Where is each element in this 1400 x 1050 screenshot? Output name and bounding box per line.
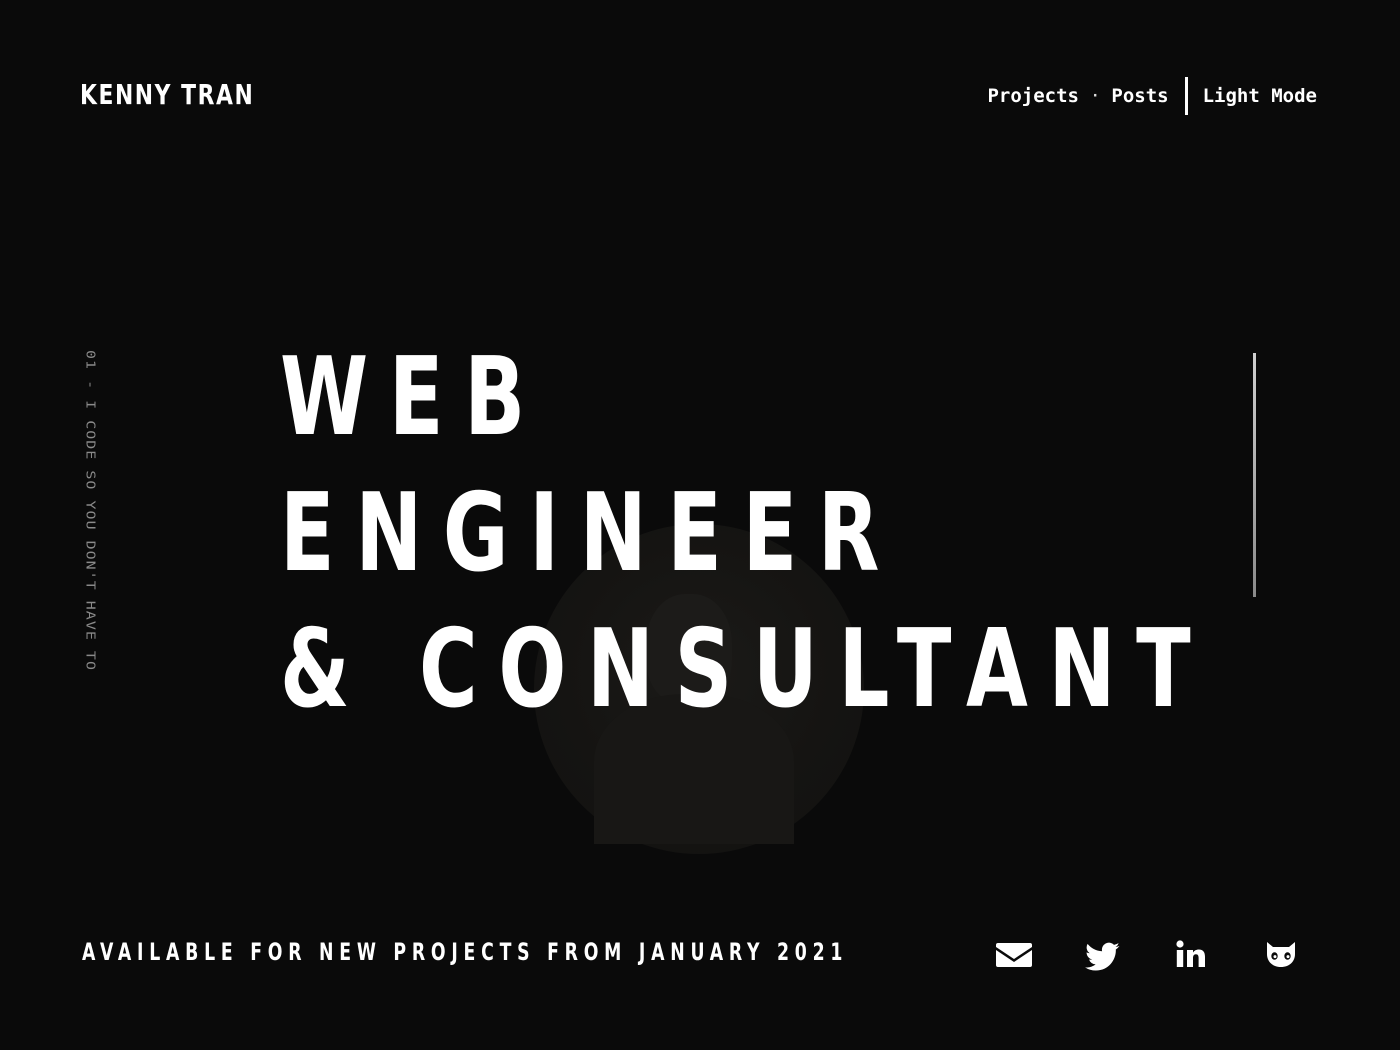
hero-title-line: WEB <box>280 335 546 460</box>
top-nav: Projects · Posts Light Mode <box>987 76 1317 116</box>
email-link[interactable] <box>996 934 1038 974</box>
light-mode-toggle[interactable]: Light Mode <box>1203 85 1317 107</box>
scroll-indicator-line <box>1253 353 1256 597</box>
linkedin-link[interactable] <box>1174 934 1216 974</box>
nav-divider <box>1184 77 1188 115</box>
github-link[interactable] <box>1263 934 1305 974</box>
hero-title: WEB ENGINEER & CONSULTANT <box>280 330 1211 738</box>
nav-posts-link[interactable]: Posts <box>1111 85 1168 107</box>
nav-projects-link[interactable]: Projects <box>987 85 1079 107</box>
twitter-icon <box>1085 942 1120 971</box>
brand-logo[interactable]: KENNY TRAN <box>80 78 254 111</box>
github-icon <box>1267 942 1295 967</box>
nav-separator-dot: · <box>1090 88 1100 104</box>
hero-title-line: ENGINEER <box>280 471 901 596</box>
availability-text: AVAILABLE FOR NEW PROJECTS FROM JANUARY … <box>82 938 849 966</box>
linkedin-icon <box>1176 940 1205 967</box>
side-tagline: 01 - I CODE SO YOU DON'T HAVE TO <box>83 350 99 671</box>
envelope-icon <box>996 943 1032 967</box>
hero-title-line: & CONSULTANT <box>280 607 1212 732</box>
social-links <box>996 934 1305 974</box>
twitter-link[interactable] <box>1085 934 1127 974</box>
